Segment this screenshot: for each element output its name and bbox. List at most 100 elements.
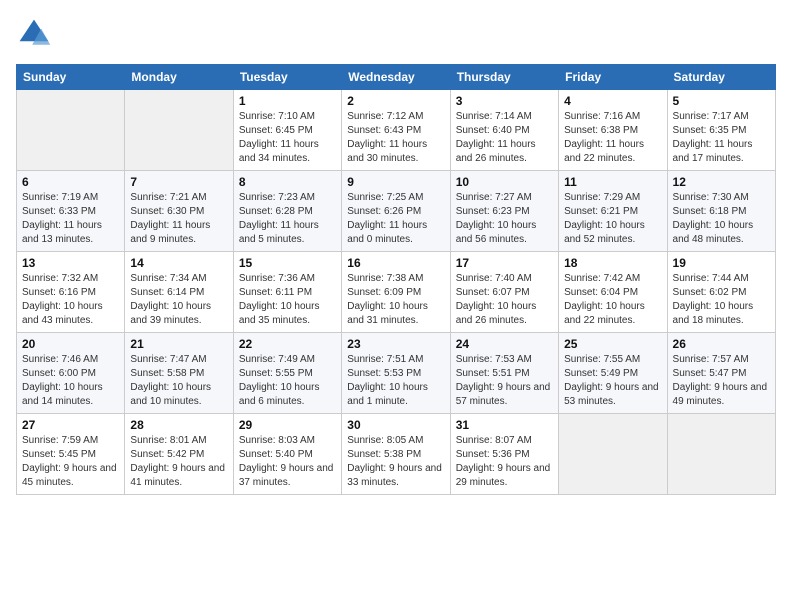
day-number: 11 [564,175,661,189]
calendar-cell: 17 Sunrise: 7:40 AMSunset: 6:07 PMDayligh… [450,252,558,333]
calendar-week-4: 20 Sunrise: 7:46 AMSunset: 6:00 PMDayligh… [17,333,776,414]
calendar-cell [667,414,775,495]
day-number: 28 [130,418,227,432]
calendar-cell [17,90,125,171]
day-info: Sunrise: 7:40 AMSunset: 6:07 PMDaylight:… [456,272,553,328]
day-info: Sunrise: 7:47 AMSunset: 5:58 PMDaylight:… [130,353,227,409]
calendar-cell: 24 Sunrise: 7:53 AMSunset: 5:51 PMDayligh… [450,333,558,414]
day-info: Sunrise: 7:19 AMSunset: 6:33 PMDaylight:… [22,191,119,247]
calendar-cell: 8Sunrise: 7:23 AMSunset: 6:28 PMDaylight… [233,171,341,252]
day-info: Sunrise: 7:32 AMSunset: 6:16 PMDaylight:… [22,272,119,328]
logo-icon [16,16,52,52]
calendar-cell [125,90,233,171]
calendar-cell: 7Sunrise: 7:21 AMSunset: 6:30 PMDaylight… [125,171,233,252]
day-info: Sunrise: 7:23 AMSunset: 6:28 PMDaylight:… [239,191,336,247]
day-info: Sunrise: 7:55 AMSunset: 5:49 PMDaylight:… [564,353,661,409]
calendar-cell: 27Sunrise: 7:59 AMSunset: 5:45 PMDayligh… [17,414,125,495]
day-info: Sunrise: 7:30 AMSunset: 6:18 PMDaylight:… [673,191,770,247]
header-day-monday: Monday [125,65,233,90]
day-number: 20 [22,337,119,351]
day-info: Sunrise: 8:05 AMSunset: 5:38 PMDaylight:… [347,434,444,490]
calendar-cell: 30 Sunrise: 8:05 AMSunset: 5:38 PMDayligh… [342,414,450,495]
calendar-table: SundayMondayTuesdayWednesdayThursdayFrid… [16,64,776,495]
calendar-cell: 26Sunrise: 7:57 AMSunset: 5:47 PMDayligh… [667,333,775,414]
day-number: 31 [456,418,553,432]
calendar-cell: 18 Sunrise: 7:42 AMSunset: 6:04 PMDayligh… [559,252,667,333]
header-day-wednesday: Wednesday [342,65,450,90]
day-info: Sunrise: 7:12 AMSunset: 6:43 PMDaylight:… [347,110,444,166]
calendar-cell: 13 Sunrise: 7:32 AMSunset: 6:16 PMDayligh… [17,252,125,333]
calendar-cell: 5 Sunrise: 7:17 AMSunset: 6:35 PMDaylight… [667,90,775,171]
calendar-cell: 19 Sunrise: 7:44 AMSunset: 6:02 PMDayligh… [667,252,775,333]
calendar-cell: 20 Sunrise: 7:46 AMSunset: 6:00 PMDayligh… [17,333,125,414]
day-number: 27 [22,418,119,432]
day-number: 21 [130,337,227,351]
day-info: Sunrise: 7:46 AMSunset: 6:00 PMDaylight:… [22,353,119,409]
day-number: 3 [456,94,553,108]
calendar-week-1: 1 Sunrise: 7:10 AMSunset: 6:45 PMDaylight… [17,90,776,171]
calendar-week-3: 13 Sunrise: 7:32 AMSunset: 6:16 PMDayligh… [17,252,776,333]
day-number: 17 [456,256,553,270]
calendar-cell: 29 Sunrise: 8:03 AMSunset: 5:40 PMDayligh… [233,414,341,495]
day-info: Sunrise: 7:49 AMSunset: 5:55 PMDaylight:… [239,353,336,409]
day-info: Sunrise: 7:17 AMSunset: 6:35 PMDaylight:… [673,110,770,166]
header-day-sunday: Sunday [17,65,125,90]
day-number: 25 [564,337,661,351]
calendar-cell: 16 Sunrise: 7:38 AMSunset: 6:09 PMDayligh… [342,252,450,333]
header-day-friday: Friday [559,65,667,90]
calendar-cell: 21 Sunrise: 7:47 AMSunset: 5:58 PMDayligh… [125,333,233,414]
day-info: Sunrise: 7:53 AMSunset: 5:51 PMDaylight:… [456,353,553,409]
day-number: 12 [673,175,770,189]
day-info: Sunrise: 8:03 AMSunset: 5:40 PMDaylight:… [239,434,336,490]
day-number: 16 [347,256,444,270]
day-info: Sunrise: 7:36 AMSunset: 6:11 PMDaylight:… [239,272,336,328]
calendar-cell: 31 Sunrise: 8:07 AMSunset: 5:36 PMDayligh… [450,414,558,495]
calendar-cell: 14Sunrise: 7:34 AMSunset: 6:14 PMDayligh… [125,252,233,333]
day-info: Sunrise: 7:29 AMSunset: 6:21 PMDaylight:… [564,191,661,247]
calendar-cell: 3 Sunrise: 7:14 AMSunset: 6:40 PMDaylight… [450,90,558,171]
page-header [16,16,776,52]
calendar-cell: 1 Sunrise: 7:10 AMSunset: 6:45 PMDaylight… [233,90,341,171]
calendar-week-2: 6 Sunrise: 7:19 AMSunset: 6:33 PMDaylight… [17,171,776,252]
day-info: Sunrise: 8:07 AMSunset: 5:36 PMDaylight:… [456,434,553,490]
calendar-cell: 6 Sunrise: 7:19 AMSunset: 6:33 PMDaylight… [17,171,125,252]
day-number: 5 [673,94,770,108]
header-row: SundayMondayTuesdayWednesdayThursdayFrid… [17,65,776,90]
calendar-cell: 25 Sunrise: 7:55 AMSunset: 5:49 PMDayligh… [559,333,667,414]
day-number: 2 [347,94,444,108]
logo [16,16,56,52]
day-info: Sunrise: 7:44 AMSunset: 6:02 PMDaylight:… [673,272,770,328]
day-info: Sunrise: 7:38 AMSunset: 6:09 PMDaylight:… [347,272,444,328]
day-info: Sunrise: 7:14 AMSunset: 6:40 PMDaylight:… [456,110,553,166]
day-number: 9 [347,175,444,189]
day-number: 29 [239,418,336,432]
calendar-cell [559,414,667,495]
calendar-cell: 22 Sunrise: 7:49 AMSunset: 5:55 PMDayligh… [233,333,341,414]
day-info: Sunrise: 7:21 AMSunset: 6:30 PMDaylight:… [130,191,227,247]
day-number: 19 [673,256,770,270]
day-info: Sunrise: 7:10 AMSunset: 6:45 PMDaylight:… [239,110,336,166]
calendar-body: 1 Sunrise: 7:10 AMSunset: 6:45 PMDaylight… [17,90,776,495]
day-number: 18 [564,256,661,270]
day-number: 23 [347,337,444,351]
day-info: Sunrise: 7:57 AMSunset: 5:47 PMDaylight:… [673,353,770,409]
calendar-header: SundayMondayTuesdayWednesdayThursdayFrid… [17,65,776,90]
day-number: 13 [22,256,119,270]
day-info: Sunrise: 7:51 AMSunset: 5:53 PMDaylight:… [347,353,444,409]
day-number: 10 [456,175,553,189]
calendar-cell: 4Sunrise: 7:16 AMSunset: 6:38 PMDaylight… [559,90,667,171]
day-number: 15 [239,256,336,270]
day-number: 24 [456,337,553,351]
header-day-thursday: Thursday [450,65,558,90]
day-info: Sunrise: 7:25 AMSunset: 6:26 PMDaylight:… [347,191,444,247]
calendar-cell: 15 Sunrise: 7:36 AMSunset: 6:11 PMDayligh… [233,252,341,333]
calendar-cell: 11 Sunrise: 7:29 AMSunset: 6:21 PMDayligh… [559,171,667,252]
day-number: 22 [239,337,336,351]
day-number: 30 [347,418,444,432]
day-number: 1 [239,94,336,108]
calendar-cell: 23 Sunrise: 7:51 AMSunset: 5:53 PMDayligh… [342,333,450,414]
calendar-cell: 9 Sunrise: 7:25 AMSunset: 6:26 PMDaylight… [342,171,450,252]
day-info: Sunrise: 7:42 AMSunset: 6:04 PMDaylight:… [564,272,661,328]
calendar-week-5: 27Sunrise: 7:59 AMSunset: 5:45 PMDayligh… [17,414,776,495]
day-number: 6 [22,175,119,189]
